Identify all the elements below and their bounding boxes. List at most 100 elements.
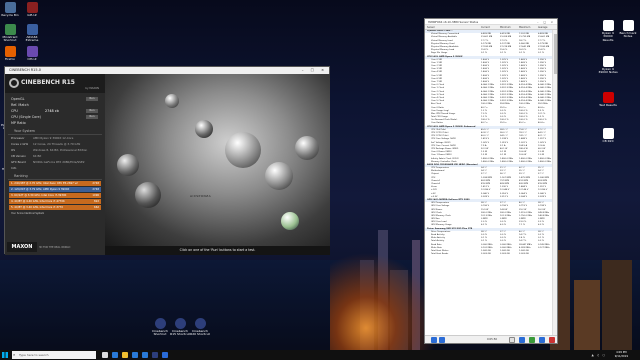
mail-taskbar-icon[interactable] (142, 352, 148, 358)
desktop-shortcut[interactable]: Cinebench R20 Shortcut (190, 318, 210, 337)
system-label: CB Version (11, 154, 27, 158)
run-button[interactable]: Run (86, 115, 98, 119)
app-icon (4, 2, 16, 13)
ranking-label: 4. 4C/8T @ 4.40 GHz, Intel Core i7-4770K (11, 200, 65, 203)
ranking-row[interactable]: 3. 6C/12T @ 3.30 GHz, Intel Core i7-3930… (9, 193, 101, 198)
hwinfo-taskbar-icon[interactable] (162, 352, 168, 358)
taskbar-search[interactable]: Type here to search (12, 351, 96, 359)
ranking-row[interactable]: 5. 4C/8T @ 3.40 GHz, Intel Core i7-3770 6… (9, 205, 101, 210)
ranking-score: 2748 (92, 182, 99, 185)
window-controls[interactable]: – □ × (302, 67, 327, 74)
hwinfo-scrollbar[interactable] (552, 30, 557, 335)
app-icon (602, 56, 614, 67)
hwinfo-sensor-list[interactable]: System: ASUS Crosi... Virtual Memory Comm… (425, 30, 552, 335)
ranking-row[interactable]: 4. 4C/8T @ 4.40 GHz, Intel Core i7-4770K… (9, 199, 101, 204)
test-label: MP Ratio (11, 121, 26, 125)
desktop-shortcut-label: Recycle Bin (1, 13, 19, 17)
hwinfo-window[interactable]: HWiNFO64 v6.10-3880 Sensor Status – □ × … (424, 18, 558, 344)
desktop-shortcut-label: Ryzen 9 3900X Notes (598, 67, 618, 75)
desktop-shortcut[interactable]: Cinebench R15 Shortcut (170, 318, 190, 337)
ranking-row[interactable]: 1. 24C/48T @ 2.70 GHz, Intel Xeon CPU E5… (9, 181, 101, 186)
desktop-shortcut[interactable]: GPU-Z (22, 2, 42, 17)
run-button[interactable]: Run (86, 97, 98, 101)
ranking-score: 1096 (92, 194, 99, 197)
cinebench-titlebar[interactable]: CINEBENCH R15.0 – □ × (5, 67, 329, 74)
store-taskbar-icon[interactable] (132, 352, 138, 358)
desktop-shortcut-label: Cinebench R15 Shortcut (170, 329, 190, 337)
ranking-score: 2748 (92, 188, 99, 191)
desktop-shortcut-label: AIDA64 Extreme (25, 35, 39, 43)
ranking-label: 5. 4C/8T @ 3.40 GHz, Intel Core i7-3770 (11, 206, 63, 209)
app-icon (26, 2, 38, 13)
desktop-shortcut-label: CPU-Z (27, 57, 37, 61)
clock-icon[interactable] (509, 337, 515, 343)
cinebench-render-scene: AIXSPONZA (105, 74, 330, 246)
cinebench-window[interactable]: CINEBENCH R15.0 – □ × CINEBENCH R15 by M… (4, 66, 330, 255)
close-button[interactable] (549, 337, 555, 343)
system-label: Processor (11, 136, 25, 140)
desktop-shortcut[interactable]: Benchmark Notes (618, 20, 638, 39)
system-header: Your System (8, 126, 102, 135)
cinebench-left-panel: CINEBENCH R15 by MAXON OpenGL Run Ref. Mat… (5, 74, 105, 255)
app-icon (26, 46, 38, 57)
cinebench-logo: CINEBENCH R15 by MAXON (5, 74, 105, 93)
cinebench-window-title: CINEBENCH R15.0 (9, 68, 41, 72)
taskbar: Type here to search ▲ ♫ ○ 4:09 PM 9/11/2… (0, 350, 640, 360)
sensor-row[interactable]: Total Host Reads 2,003 GB 2,003 GB 2,003 GB (425, 253, 552, 256)
system-label: OS (11, 148, 15, 152)
log-button[interactable] (529, 337, 535, 343)
edge-taskbar-icon[interactable] (112, 352, 118, 358)
ranking-score: 662 (94, 206, 99, 209)
cinebench-logo-icon (9, 78, 19, 88)
desktop-shortcut[interactable]: AIDA64 Extreme (22, 24, 42, 43)
desktop-shortcut-label: Firefox (5, 57, 15, 61)
run-button[interactable]: Run (86, 109, 98, 113)
desktop-shortcut[interactable]: Ministrant Shortcut (0, 24, 20, 43)
desktop-shortcut[interactable]: CB R20 (598, 128, 618, 143)
desktop-shortcut[interactable]: Firefox (0, 46, 20, 61)
app-icon (602, 20, 614, 31)
ranking-label: 2. 12C/24T @ 3.79 GHz, AMD Ryzen 9 3900X (11, 188, 70, 191)
sensor-value: 2,003 GB (519, 253, 529, 256)
file-explorer-taskbar-icon[interactable] (122, 352, 128, 358)
system-label: GFX Board (11, 160, 26, 164)
cinebench-icon (154, 318, 166, 329)
sensor-value: 2,003 GB (481, 253, 491, 256)
hwinfo-window-title: HWiNFO64 v6.10-3880 Sensor Status (428, 20, 479, 24)
system-tray[interactable]: ▲ ♫ ○ (591, 353, 606, 357)
cinebench-taskbar-icon[interactable] (152, 352, 158, 358)
desktop-shortcut[interactable]: Cinebench Shortcut (150, 318, 170, 337)
task-view-taskbar-icon[interactable] (102, 352, 108, 358)
nav-forward-button[interactable] (439, 337, 445, 343)
maxon-logo: MAXON (7, 242, 37, 252)
app-icon (26, 24, 38, 35)
desktop-shortcut[interactable]: Ryzen 9 3900X Notes (598, 56, 618, 75)
desktop-shortcut[interactable]: Ryzen 9 3900X Results (598, 20, 618, 42)
ranking-label: 1. 24C/48T @ 2.70 GHz, Intel Xeon CPU E5… (11, 182, 78, 185)
desktop-shortcut[interactable]: CPU-Z (22, 46, 42, 61)
aixsponza-watermark: AIXSPONZA (190, 194, 212, 198)
desktop-shortcut-label: Test Results (599, 103, 617, 107)
cinebench-icon (174, 318, 186, 329)
desktop-shortcut[interactable]: Test Results (598, 92, 618, 107)
desktop-shortcut-label: Cinebench Shortcut (152, 329, 168, 337)
desktop-shortcut-label: Ministrant Shortcut (2, 35, 18, 43)
cinebench-ranking: 1. 24C/48T @ 2.70 GHz, Intel Xeon CPU E5… (5, 181, 105, 210)
desktop-shortcut[interactable]: Recycle Bin (0, 2, 20, 17)
system-label: Cores x GHz (11, 142, 29, 146)
scrollbar-thumb[interactable] (554, 34, 557, 74)
nav-back-button[interactable] (431, 337, 437, 343)
app-icon (4, 24, 16, 35)
ranking-label: 3. 6C/12T @ 3.30 GHz, Intel Core i7-3930… (11, 194, 67, 197)
ranking-score: 822 (94, 200, 99, 203)
reset-button[interactable] (539, 337, 545, 343)
settings-button[interactable] (519, 337, 525, 343)
system-row: Info (5, 165, 105, 171)
start-button[interactable] (2, 352, 8, 358)
ranking-row[interactable]: 2. 12C/24T @ 3.79 GHz, AMD Ryzen 9 3900X… (9, 187, 101, 192)
ranking-header: Ranking (8, 171, 102, 180)
app-icon (622, 20, 634, 31)
taskbar-clock[interactable]: 4:09 PM 9/11/2019 (615, 351, 628, 359)
desktop-shortcut-label: CB R20 (602, 139, 614, 143)
sensor-label: Total Host Reads (431, 253, 449, 256)
